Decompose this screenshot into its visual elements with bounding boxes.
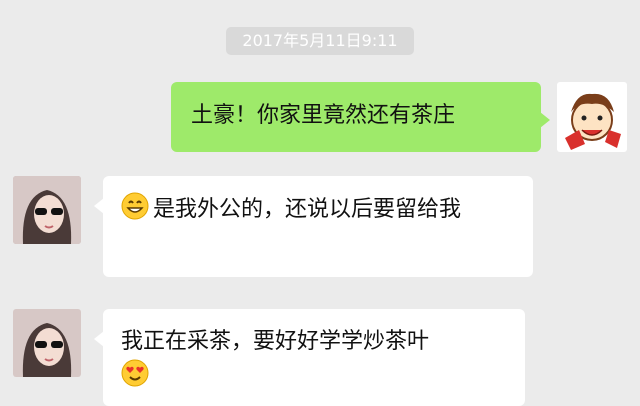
contact-photo-icon bbox=[13, 309, 81, 377]
contact-avatar[interactable] bbox=[13, 309, 81, 377]
incoming-message-bubble[interactable]: 我正在采茶，要好好学学炒茶叶 bbox=[94, 309, 525, 406]
message-text: 我正在采茶，要好好学学炒茶叶 bbox=[121, 329, 430, 354]
contact-photo-icon bbox=[13, 176, 81, 244]
incoming-message-bubble[interactable]: 是我外公的，还说以后要留给我 bbox=[94, 176, 533, 277]
grin-emoji-icon bbox=[121, 192, 149, 220]
message-text: 是我外公的，还说以后要留给我 bbox=[153, 197, 462, 222]
heart-eyes-emoji-icon bbox=[121, 359, 149, 387]
contact-avatar[interactable] bbox=[13, 176, 81, 244]
my-avatar[interactable] bbox=[557, 82, 627, 152]
message-text: 土豪！你家里竟然还有茶庄 bbox=[191, 103, 456, 128]
outgoing-message-bubble[interactable]: 土豪！你家里竟然还有茶庄 bbox=[171, 82, 550, 152]
message-timestamp: 2017年5月11日9:11 bbox=[226, 27, 414, 55]
cartoon-avatar-icon bbox=[557, 82, 627, 152]
